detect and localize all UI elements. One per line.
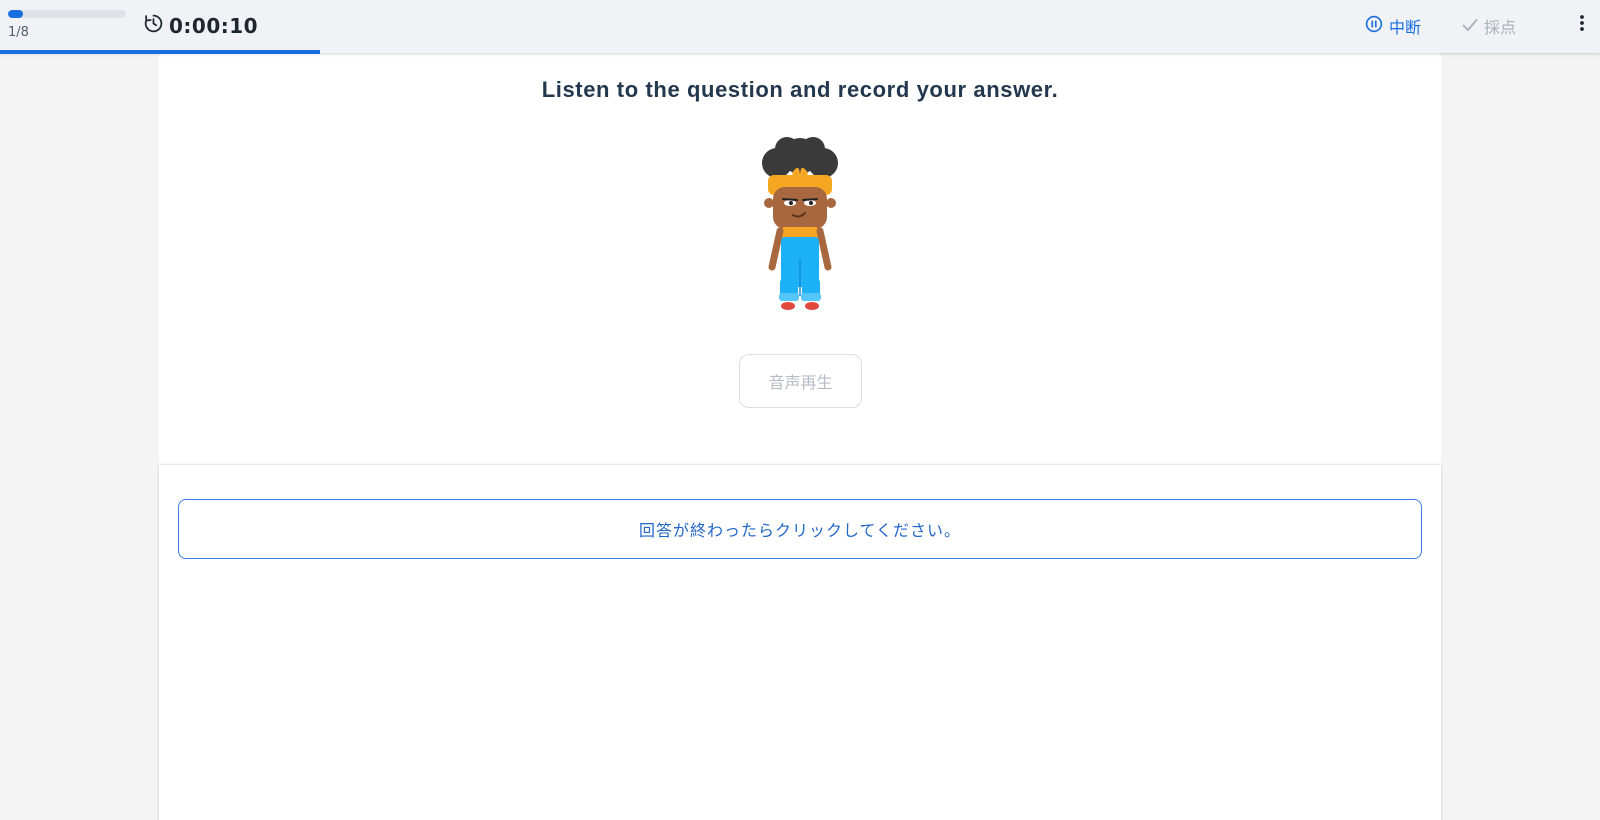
question-progress-fill xyxy=(8,10,23,18)
pause-button-label: 中断 xyxy=(1389,18,1422,37)
character-illustration xyxy=(755,131,845,317)
stopwatch-icon xyxy=(143,13,164,38)
question-card: Listen to the question and record your a… xyxy=(159,53,1441,465)
more-menu-button[interactable] xyxy=(1572,12,1592,38)
checkmark-icon xyxy=(1462,17,1478,36)
more-vertical-icon xyxy=(1579,14,1585,36)
answer-card: 回答が終わったらクリックしてください。 xyxy=(159,465,1441,820)
play-audio-button[interactable]: 音声再生 xyxy=(739,354,862,408)
overall-progress-fill xyxy=(0,50,320,54)
overall-progress-bar xyxy=(0,50,1600,54)
question-progress-bar xyxy=(8,10,126,18)
timer: 0:00:10 xyxy=(143,13,258,38)
question-counter: 1/8 xyxy=(8,25,29,40)
answer-done-button[interactable]: 回答が終わったらクリックしてください。 xyxy=(178,499,1422,559)
grade-button[interactable]: 採点 xyxy=(1462,14,1516,38)
grade-button-label: 採点 xyxy=(1484,18,1517,37)
pause-circle-icon xyxy=(1365,15,1383,37)
pause-button[interactable]: 中断 xyxy=(1365,14,1421,38)
top-bar: 1/8 0:00:10 中断 採点 xyxy=(0,0,1600,54)
question-prompt: Listen to the question and record your a… xyxy=(541,77,1059,102)
timer-value: 0:00:10 xyxy=(169,13,259,38)
